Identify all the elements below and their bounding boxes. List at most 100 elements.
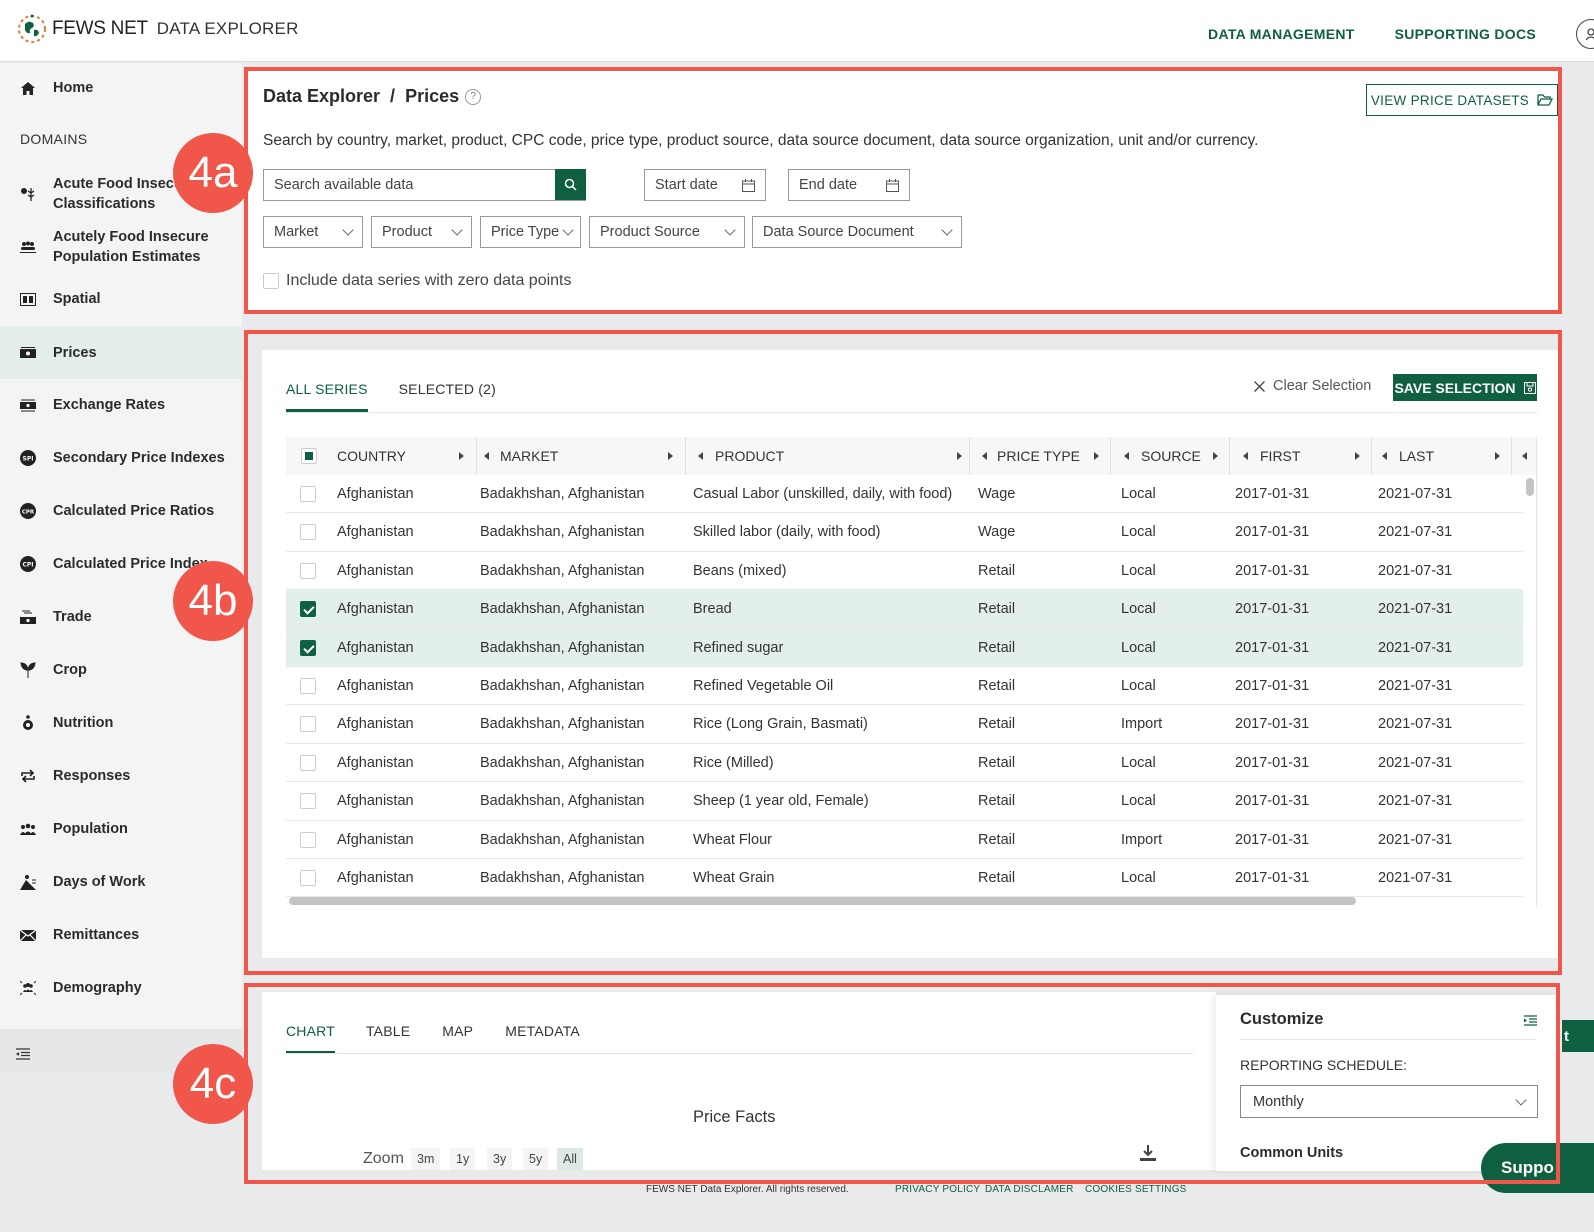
breadcrumb-root[interactable]: Data Explorer bbox=[263, 86, 380, 107]
table-row[interactable]: Afghanistan Badakhshan, Afghanistan Refine… bbox=[286, 667, 1523, 706]
table-row[interactable]: Afghanistan Badakhshan, Afghanistan Wheat … bbox=[286, 820, 1523, 859]
column-collapse-left-icon[interactable] bbox=[982, 452, 987, 460]
collapse-customize-icon[interactable] bbox=[1524, 1015, 1537, 1026]
table-row[interactable]: Afghanistan Badakhshan, Afghanistan Bread R… bbox=[286, 590, 1523, 629]
save-selection-button[interactable]: SAVE SELECTION bbox=[1393, 374, 1537, 401]
column-header-country[interactable]: COUNTRY bbox=[286, 437, 477, 475]
column-expand-right-icon[interactable] bbox=[1495, 452, 1500, 460]
zoom-1y-button[interactable]: 1y bbox=[450, 1148, 476, 1170]
column-expand-right-icon[interactable] bbox=[1355, 452, 1360, 460]
product-source-filter-dropdown[interactable]: Product Source bbox=[589, 216, 745, 248]
row-checkbox[interactable] bbox=[300, 486, 316, 502]
sidebar-item-demography[interactable]: Demography bbox=[0, 977, 242, 999]
product-filter-dropdown[interactable]: Product bbox=[371, 216, 472, 248]
sidebar-item-nutrition[interactable]: Nutrition bbox=[0, 712, 242, 734]
horizontal-scrollbar[interactable] bbox=[289, 897, 1356, 905]
support-button[interactable]: Suppo bbox=[1481, 1143, 1594, 1193]
column-header-last[interactable]: LAST bbox=[1372, 437, 1512, 475]
zoom-3m-button[interactable]: 3m bbox=[411, 1148, 441, 1170]
zoom-5y-button[interactable]: 5y bbox=[523, 1148, 549, 1170]
privacy-policy-link[interactable]: PRIVACY POLICY bbox=[895, 1184, 980, 1195]
column-collapse-left-icon[interactable] bbox=[1124, 452, 1129, 460]
zoom-3y-button[interactable]: 3y bbox=[487, 1148, 513, 1170]
column-expand-right-icon[interactable] bbox=[459, 452, 464, 460]
column-header-product[interactable]: PRODUCT bbox=[686, 437, 970, 475]
tab-selected[interactable]: SELECTED (2) bbox=[399, 381, 496, 412]
row-checkbox[interactable] bbox=[300, 831, 316, 848]
reporting-schedule-select[interactable]: Monthly bbox=[1240, 1085, 1538, 1118]
column-collapse-left-icon[interactable] bbox=[1522, 452, 1527, 460]
clear-selection-button[interactable]: Clear Selection bbox=[1254, 378, 1371, 394]
row-checkbox[interactable] bbox=[300, 562, 316, 579]
column-collapse-left-icon[interactable] bbox=[1382, 452, 1387, 460]
column-header-more[interactable] bbox=[1512, 437, 1536, 475]
column-header-source[interactable]: SOURCE bbox=[1111, 437, 1230, 475]
data-source-document-filter-dropdown[interactable]: Data Source Document bbox=[752, 216, 962, 248]
tab-all-series[interactable]: ALL SERIES bbox=[286, 381, 368, 412]
sidebar-item-population[interactable]: Population bbox=[0, 818, 242, 840]
table-row[interactable]: Afghanistan Badakhshan, Afghanistan Sheep … bbox=[286, 782, 1523, 821]
column-header-first[interactable]: FIRST bbox=[1230, 437, 1372, 475]
column-header-market[interactable]: MARKET bbox=[477, 437, 686, 475]
nav-data-management[interactable]: DATA MANAGEMENT bbox=[1208, 26, 1355, 42]
logo[interactable]: FEWS NET DATA EXPLORER bbox=[16, 13, 299, 45]
cookies-settings-link[interactable]: COOKIES SETTINGS bbox=[1085, 1184, 1187, 1195]
column-collapse-left-icon[interactable] bbox=[484, 452, 489, 460]
column-collapse-left-icon[interactable] bbox=[698, 452, 703, 460]
sidebar-item-spatial[interactable]: Spatial bbox=[0, 288, 242, 310]
table-row[interactable]: Afghanistan Badakhshan, Afghanistan Refine… bbox=[286, 628, 1523, 667]
vertical-scrollbar[interactable] bbox=[1526, 478, 1534, 496]
tab-chart[interactable]: CHART bbox=[286, 1023, 335, 1054]
table-row[interactable]: Afghanistan Badakhshan, Afghanistan Casual… bbox=[286, 475, 1523, 514]
sidebar-item-remittances[interactable]: Remittances bbox=[0, 924, 242, 946]
select-all-checkbox[interactable] bbox=[301, 448, 317, 464]
download-chart-button[interactable] bbox=[1139, 1144, 1157, 1166]
row-checkbox[interactable] bbox=[300, 716, 316, 733]
row-checkbox[interactable] bbox=[300, 754, 316, 771]
zoom-all-button[interactable]: All bbox=[557, 1148, 583, 1170]
zero-data-points-checkbox[interactable] bbox=[263, 273, 279, 289]
price-type-filter-dropdown[interactable]: Price Type bbox=[480, 216, 581, 248]
row-checkbox[interactable] bbox=[300, 793, 316, 810]
sidebar-item-secondary-price-indexes[interactable]: SPI Secondary Price Indexes bbox=[0, 447, 242, 469]
table-row[interactable]: Afghanistan Badakhshan, Afghanistan Beans … bbox=[286, 551, 1523, 591]
end-date-input[interactable]: End date bbox=[788, 169, 910, 201]
table-row[interactable]: Afghanistan Badakhshan, Afghanistan Rice (… bbox=[286, 743, 1523, 783]
collapse-menu-icon[interactable] bbox=[16, 1045, 30, 1064]
column-expand-right-icon[interactable] bbox=[668, 452, 673, 460]
tab-map[interactable]: MAP bbox=[442, 1023, 473, 1054]
view-price-datasets-button[interactable]: VIEW PRICE DATASETS bbox=[1366, 84, 1558, 116]
sidebar-item-days-of-work[interactable]: Days of Work bbox=[0, 871, 242, 893]
sidebar-item-exchange-rates[interactable]: Exchange Rates bbox=[0, 394, 242, 416]
search-button[interactable] bbox=[555, 169, 586, 200]
table-row[interactable]: Afghanistan Badakhshan, Afghanistan Skille… bbox=[286, 513, 1523, 552]
column-collapse-left-icon[interactable] bbox=[1243, 452, 1248, 460]
row-checkbox[interactable] bbox=[300, 524, 316, 541]
column-header-price-type[interactable]: PRICE TYPE bbox=[970, 437, 1111, 475]
user-menu-button[interactable] bbox=[1576, 19, 1594, 49]
tab-table[interactable]: TABLE bbox=[366, 1023, 410, 1054]
sidebar-item-crop[interactable]: Crop bbox=[0, 659, 242, 681]
nav-supporting-docs[interactable]: SUPPORTING DOCS bbox=[1395, 26, 1536, 42]
row-checkbox[interactable] bbox=[300, 678, 316, 694]
row-checkbox[interactable] bbox=[300, 870, 316, 886]
row-checkbox[interactable] bbox=[300, 639, 316, 656]
row-checkbox[interactable] bbox=[300, 601, 316, 618]
sidebar-item-population-estimates[interactable]: Acutely Food Insecure Population Estimat… bbox=[0, 226, 242, 268]
search-input[interactable] bbox=[264, 170, 555, 200]
sidebar-item-calculated-price-ratios[interactable]: CPR Calculated Price Ratios bbox=[0, 500, 242, 522]
sidebar-item-home[interactable]: Home bbox=[0, 77, 242, 99]
table-row[interactable]: Afghanistan Badakhshan, Afghanistan Wheat … bbox=[286, 859, 1523, 898]
column-expand-right-icon[interactable] bbox=[1094, 452, 1099, 460]
side-feedback-tab[interactable]: t bbox=[1562, 1020, 1594, 1052]
column-expand-right-icon[interactable] bbox=[957, 452, 962, 460]
help-icon[interactable]: ? bbox=[465, 88, 482, 105]
data-disclaimer-link[interactable]: DATA DISCLAMER bbox=[985, 1184, 1074, 1195]
table-row[interactable]: Afghanistan Badakhshan, Afghanistan Rice (… bbox=[286, 705, 1523, 744]
start-date-input[interactable]: Start date bbox=[644, 169, 766, 201]
market-filter-dropdown[interactable]: Market bbox=[263, 216, 363, 248]
sidebar-item-responses[interactable]: Responses bbox=[0, 765, 242, 787]
tab-metadata[interactable]: METADATA bbox=[505, 1023, 580, 1054]
sidebar-item-prices[interactable]: Prices bbox=[0, 326, 242, 379]
column-expand-right-icon[interactable] bbox=[1213, 452, 1218, 460]
